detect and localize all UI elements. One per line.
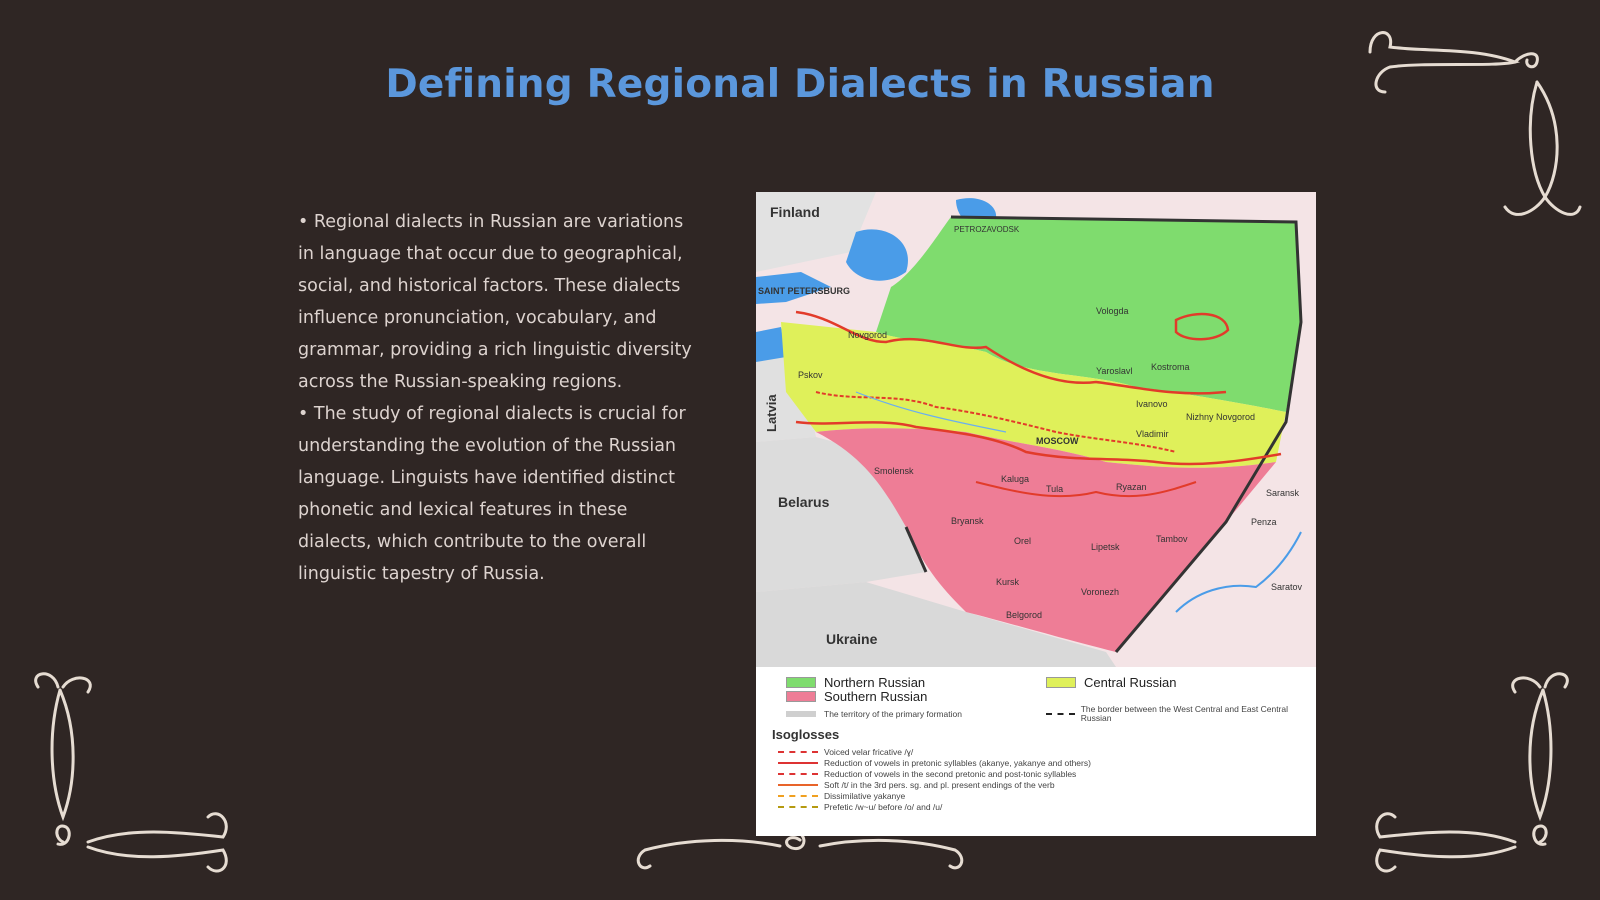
- label-penza: Penza: [1251, 517, 1277, 527]
- isogloss-swatch: [778, 773, 818, 775]
- legend-swatch: [1046, 677, 1076, 688]
- legend-label: Reduction of vowels in the second preton…: [824, 769, 1077, 779]
- legend-isogloss-item: Reduction of vowels in pretonic syllable…: [778, 758, 1091, 768]
- label-kursk: Kursk: [996, 577, 1020, 587]
- map-legend: Northern Russian Southern Russian Centra…: [756, 667, 1316, 836]
- legend-swatch: [786, 711, 816, 717]
- map-graphic: Finland Belarus Ukraine Latvia SAINT PET…: [756, 192, 1316, 667]
- legend-label: The territory of the primary formation: [824, 709, 962, 719]
- legend-isogloss-item: Reduction of vowels in the second preton…: [778, 769, 1076, 779]
- slide-title: Defining Regional Dialects in Russian: [385, 62, 1215, 107]
- legend-isogloss-item: Prefetic /w~u/ before /o/ and /u/: [778, 802, 942, 812]
- legend-swatch: [786, 691, 816, 702]
- ornament-bottom-left: [28, 672, 238, 882]
- label-finland: Finland: [770, 204, 820, 220]
- label-pskov: Pskov: [798, 370, 823, 380]
- isogloss-swatch: [778, 806, 818, 808]
- map-area: Finland Belarus Ukraine Latvia SAINT PET…: [756, 192, 1316, 667]
- bullet-item: • Regional dialects in Russian are varia…: [298, 212, 692, 392]
- legend-label: Northern Russian: [824, 675, 926, 690]
- isogloss-swatch: [778, 751, 818, 753]
- legend-label: Voiced velar fricative /ɣ/: [824, 747, 914, 757]
- isogloss-swatch: [778, 795, 818, 797]
- legend-item-northern: Northern Russian: [786, 675, 925, 690]
- slide: Defining Regional Dialects in Russian • …: [0, 0, 1600, 900]
- legend-label: Soft /t/ in the 3rd pers. sg. and pl. pr…: [824, 780, 1055, 790]
- legend-isogloss-item: Soft /t/ in the 3rd pers. sg. and pl. pr…: [778, 780, 1055, 790]
- legend-swatch: [786, 677, 816, 688]
- label-ukraine: Ukraine: [826, 631, 878, 647]
- legend-item-central: Central Russian: [1046, 675, 1177, 690]
- label-vladimir: Vladimir: [1136, 429, 1169, 439]
- label-yaroslavl: Yaroslavl: [1096, 366, 1132, 376]
- legend-isogloss-item: Voiced velar fricative /ɣ/: [778, 747, 913, 757]
- legend-item-border: The border between the West Central and …: [1046, 705, 1311, 723]
- bullet-list: • Regional dialects in Russian are varia…: [298, 206, 698, 590]
- legend-isoglosses-heading: Isoglosses: [772, 727, 839, 742]
- label-bryansk: Bryansk: [951, 516, 984, 526]
- flourish-icon: [34, 672, 228, 873]
- label-lipetsk: Lipetsk: [1091, 542, 1120, 552]
- legend-isogloss-item: Dissimilative yakanye: [778, 791, 905, 801]
- lake-peipus: [756, 327, 786, 362]
- legend-heading: Isoglosses: [772, 727, 840, 742]
- legend-label: Southern Russian: [824, 689, 928, 704]
- legend-label: Dissimilative yakanye: [824, 791, 906, 801]
- label-ryazan: Ryazan: [1116, 482, 1147, 492]
- flourish-icon: [1368, 31, 1582, 216]
- legend-item-primary-territory: The territory of the primary formation: [786, 709, 1036, 719]
- legend-label: The border between the West Central and …: [1080, 704, 1288, 723]
- label-novgorod: Novgorod: [848, 330, 887, 340]
- legend-dash-line: [1046, 713, 1075, 715]
- label-tula: Tula: [1046, 484, 1063, 494]
- label-kaluga: Kaluga: [1001, 474, 1029, 484]
- label-latvia: Latvia: [764, 394, 779, 432]
- dialect-map-image: Finland Belarus Ukraine Latvia SAINT PET…: [756, 192, 1316, 836]
- label-saransk: Saransk: [1266, 488, 1300, 498]
- legend-label: Prefetic /w~u/ before /o/ and /u/: [824, 802, 943, 812]
- label-belgorod: Belgorod: [1006, 610, 1042, 620]
- isogloss-swatch: [778, 762, 818, 764]
- label-belarus: Belarus: [778, 494, 830, 510]
- legend-label: Reduction of vowels in pretonic syllable…: [824, 758, 1091, 768]
- flourish-icon: [1375, 672, 1569, 873]
- legend-label: Central Russian: [1084, 675, 1177, 690]
- legend-item-southern: Southern Russian: [786, 689, 927, 704]
- label-ivanovo: Ivanovo: [1136, 399, 1168, 409]
- label-saratov: Saratov: [1271, 582, 1303, 592]
- label-petrozavodsk: PETROZAVODSK: [954, 225, 1020, 234]
- label-smolensk: Smolensk: [874, 466, 914, 476]
- label-nizhny-novgorod: Nizhny Novgorod: [1186, 412, 1255, 422]
- bullet-item: • The study of regional dialects is cruc…: [298, 404, 686, 584]
- label-kostroma: Kostroma: [1151, 362, 1190, 372]
- label-voronezh: Voronezh: [1081, 587, 1119, 597]
- label-moscow: MOSCOW: [1036, 436, 1079, 446]
- ornament-top-right: [1365, 22, 1585, 232]
- label-tambov: Tambov: [1156, 534, 1188, 544]
- label-saint-petersburg: SAINT PETERSBURG: [758, 286, 850, 296]
- isogloss-swatch: [778, 784, 818, 786]
- label-orel: Orel: [1014, 536, 1031, 546]
- label-vologda: Vologda: [1096, 306, 1129, 316]
- ornament-bottom-right: [1365, 672, 1575, 882]
